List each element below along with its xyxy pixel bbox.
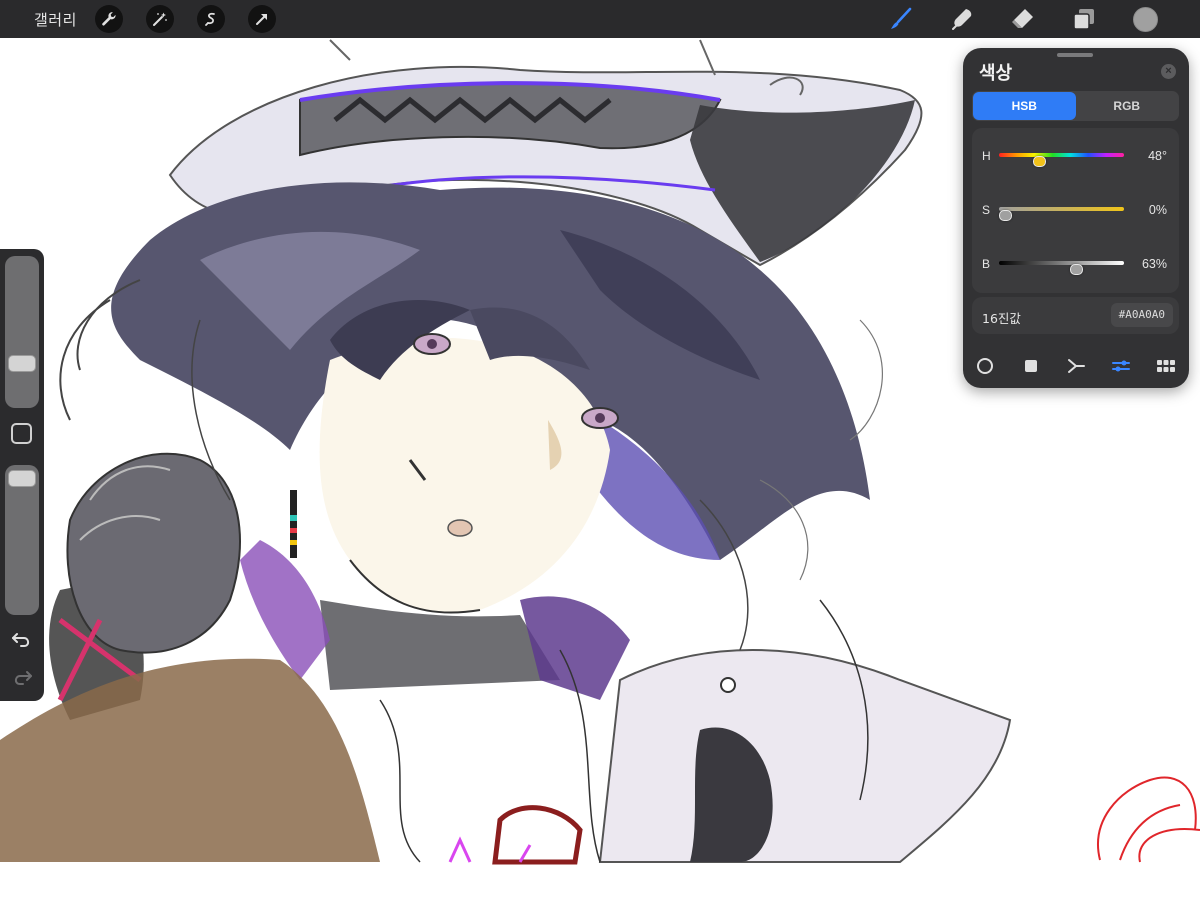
hue-slider[interactable] [999, 153, 1124, 167]
saturation-label: S [982, 203, 991, 217]
current-color-swatch[interactable] [1132, 6, 1158, 32]
gallery-button[interactable]: 갤러리 [34, 9, 77, 30]
color-mode-tabs: HSB RGB [972, 91, 1179, 121]
left-sidebar [0, 249, 44, 701]
opacity-slider[interactable] [5, 465, 39, 615]
brush-size-slider[interactable] [5, 256, 39, 408]
brightness-knob[interactable] [1069, 264, 1083, 275]
opacity-thumb[interactable] [8, 469, 36, 487]
eraser-icon[interactable] [1008, 4, 1038, 34]
brush-icon[interactable] [886, 4, 916, 34]
hue-slider-row: H 48° [972, 146, 1179, 167]
brush-size-thumb[interactable] [8, 354, 36, 372]
disc-mode-icon[interactable] [975, 356, 995, 376]
palette-mode-icon[interactable] [1156, 356, 1176, 376]
close-icon[interactable]: × [1161, 64, 1176, 79]
hsb-sliders: H 48° S 0% B 63% [972, 128, 1179, 293]
color-icon[interactable] [1130, 4, 1160, 34]
harmony-mode-icon[interactable] [1066, 356, 1086, 376]
undo-icon[interactable] [10, 629, 34, 651]
wrench-icon[interactable] [94, 5, 123, 33]
classic-mode-icon[interactable] [1021, 356, 1041, 376]
hex-input[interactable]: #A0A0A0 [1110, 303, 1173, 327]
selection-icon[interactable] [196, 5, 225, 33]
magic-wand-icon[interactable] [145, 5, 174, 33]
hue-knob[interactable] [1032, 156, 1046, 167]
hue-value: 48° [1148, 149, 1167, 163]
saturation-slider[interactable] [999, 207, 1124, 221]
value-mode-icon[interactable] [1111, 356, 1131, 376]
panel-title: 색상 [979, 63, 1013, 84]
saturation-slider-row: S 0% [972, 200, 1179, 221]
saturation-value: 0% [1148, 203, 1167, 217]
smudge-icon[interactable] [947, 4, 977, 34]
transform-arrow-icon[interactable] [247, 5, 276, 33]
modify-square-icon[interactable] [11, 423, 32, 444]
color-panel: 색상 × HSB RGB H 48° S 0% B 63% 16진값 #A0A0… [963, 48, 1189, 388]
color-mode-bar [963, 352, 1189, 380]
tab-hsb[interactable]: HSB [973, 92, 1076, 120]
redo-icon[interactable] [10, 667, 34, 689]
brightness-value: 63% [1141, 257, 1167, 271]
hue-label: H [982, 149, 991, 163]
brightness-slider[interactable] [999, 261, 1124, 275]
brightness-label: B [982, 257, 991, 271]
layers-icon[interactable] [1069, 4, 1099, 34]
tab-rgb[interactable]: RGB [1076, 92, 1179, 120]
top-toolbar: 갤러리 [0, 0, 1200, 38]
hex-row: 16진값 #A0A0A0 [972, 297, 1179, 334]
brightness-slider-row: B 63% [972, 254, 1179, 275]
hex-label: 16진값 [982, 311, 1021, 326]
saturation-knob[interactable] [999, 210, 1012, 221]
panel-grabber[interactable] [1057, 53, 1093, 57]
